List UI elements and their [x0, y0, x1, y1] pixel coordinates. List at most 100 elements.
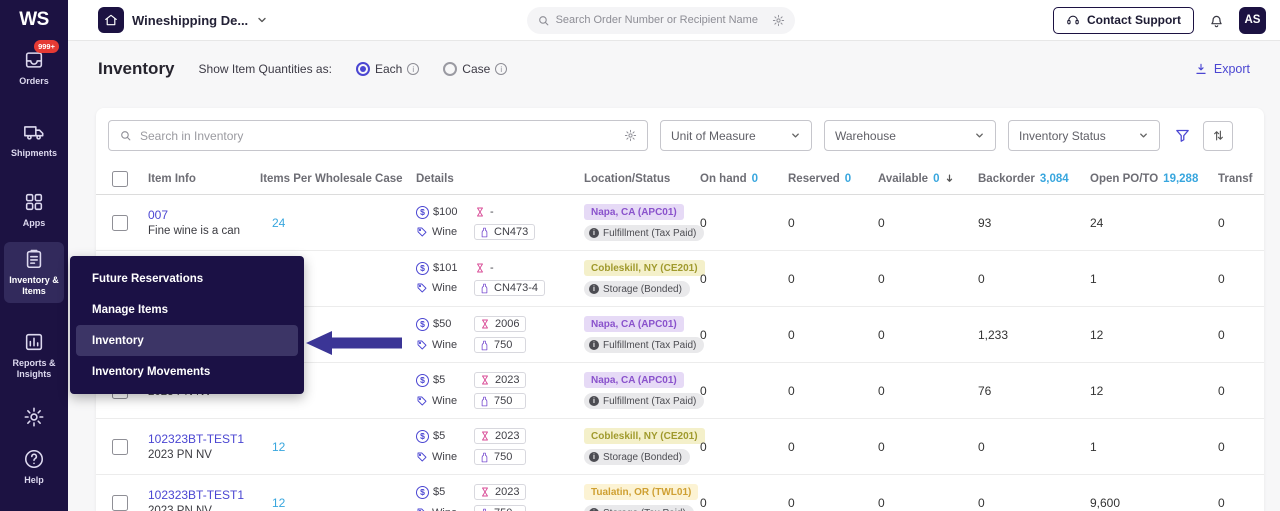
global-search[interactable]: [527, 7, 795, 34]
detail-vintage: -: [490, 206, 494, 218]
contact-support-button[interactable]: Contact Support: [1053, 7, 1194, 34]
col-details[interactable]: Details: [416, 173, 584, 185]
inventory-search[interactable]: [108, 120, 648, 151]
menu-item-future-reservations[interactable]: Future Reservations: [76, 263, 298, 294]
user-avatar[interactable]: AS: [1239, 7, 1266, 34]
status-chip: i Fulfillment (Tax Paid): [584, 393, 704, 409]
notifications-bell-icon[interactable]: [1208, 12, 1225, 29]
unit-chip: CN473-4: [474, 280, 545, 296]
select-all-checkbox[interactable]: [112, 171, 128, 187]
detail-price: $100: [433, 206, 457, 218]
dollar-icon: $: [416, 206, 429, 219]
sidebar-item-settings[interactable]: [4, 400, 64, 434]
dollar-icon: $: [416, 262, 429, 275]
location-chip: Tualatin, OR (TWL01): [584, 484, 698, 500]
sidebar-item-inventory-items[interactable]: Inventory & Items: [4, 242, 64, 303]
col-items-per-case[interactable]: Items Per Wholesale Case: [260, 173, 416, 185]
search-settings-gear-icon[interactable]: [624, 129, 637, 142]
menu-item-manage-items[interactable]: Manage Items: [76, 294, 298, 325]
filter-funnel-icon[interactable]: [1174, 127, 1191, 144]
unit-of-measure-select[interactable]: Unit of Measure: [660, 120, 812, 151]
detail-vintage: 2006: [495, 318, 519, 330]
sidebar-item-shipments[interactable]: Shipments: [4, 115, 64, 165]
col-available[interactable]: Available0: [878, 173, 978, 185]
help-icon: [23, 448, 45, 470]
item-name-link[interactable]: 102323BT-TEST1: [148, 488, 252, 502]
warehouse-select[interactable]: Warehouse: [824, 120, 996, 151]
price-detail: $ $100: [416, 206, 468, 219]
tag-icon: [416, 282, 428, 294]
sidebar-item-reports-insights[interactable]: Reports & Insights: [4, 325, 64, 386]
location-chip: Cobleskill, NY (CE201): [584, 428, 705, 444]
vintage-chip: 2023: [474, 372, 526, 388]
row-checkbox[interactable]: [112, 495, 128, 511]
cell-reserved: 0: [788, 440, 878, 454]
menu-item-inventory-movements[interactable]: Inventory Movements: [76, 356, 298, 387]
case-qty: 12: [260, 440, 416, 454]
case-qty: 24: [260, 216, 416, 230]
sidebar-item-label: Orders: [19, 76, 49, 87]
global-search-input[interactable]: [556, 14, 766, 26]
cell-on-hand: 0: [700, 384, 788, 398]
company-selector[interactable]: Wineshipping De...: [98, 7, 268, 33]
radio-case[interactable]: Case i: [443, 62, 507, 76]
table-row: 102323BT-TEST1 2023 PN NV 12 $ $5 2023 W…: [96, 475, 1264, 511]
inventory-status-label: Inventory Status: [1019, 129, 1106, 143]
search-settings-gear-icon[interactable]: [772, 14, 785, 27]
sort-descending-icon[interactable]: [944, 173, 955, 184]
inventory-status-select[interactable]: Inventory Status: [1008, 120, 1160, 151]
location-chip: Napa, CA (APC01): [584, 372, 684, 388]
bottle-icon: [479, 396, 490, 407]
radio-each[interactable]: Each i: [356, 62, 419, 76]
col-item-info[interactable]: Item Info: [148, 173, 260, 185]
tag-icon: [416, 226, 428, 238]
bottle-icon: [479, 227, 490, 238]
col-transfer[interactable]: Transf: [1218, 173, 1264, 185]
cell-transfer: 0: [1218, 272, 1264, 286]
status-chip-label: Fulfillment (Tax Paid): [603, 396, 696, 407]
col-on-hand[interactable]: On hand0: [700, 173, 788, 185]
price-detail: $ $101: [416, 262, 468, 275]
detail-price: $5: [433, 430, 445, 442]
category-detail: Wine: [416, 282, 468, 294]
sidebar-item-apps[interactable]: Apps: [4, 185, 64, 235]
sidebar-item-orders[interactable]: 999+ Orders: [4, 43, 64, 93]
col-backorder[interactable]: Backorder3,084: [978, 173, 1090, 185]
unit-chip: CN473: [474, 224, 535, 240]
detail-price: $50: [433, 318, 451, 330]
vintage-chip: -: [474, 205, 535, 219]
menu-item-inventory[interactable]: Inventory: [76, 325, 298, 356]
item-name-link[interactable]: 007: [148, 208, 252, 222]
col-location-status[interactable]: Location/Status: [584, 173, 700, 185]
detail-category: Wine: [432, 226, 457, 238]
dollar-icon: $: [416, 486, 429, 499]
cell-available: 0: [878, 440, 978, 454]
topbar: Wineshipping De... Contact Support AS: [68, 0, 1280, 41]
col-open-po-to[interactable]: Open PO/TO19,288: [1090, 173, 1218, 185]
info-icon: i: [407, 63, 419, 75]
radio-case-circle[interactable]: [443, 62, 457, 76]
unit-of-measure-label: Unit of Measure: [671, 129, 756, 143]
col-reserved[interactable]: Reserved0: [788, 173, 878, 185]
export-button[interactable]: Export: [1194, 62, 1250, 76]
cell-available: 0: [878, 384, 978, 398]
detail-price: $5: [433, 486, 445, 498]
page-title: Inventory: [98, 59, 175, 79]
row-checkbox[interactable]: [112, 215, 128, 231]
category-detail: Wine: [416, 339, 468, 351]
radio-each-circle[interactable]: [356, 62, 370, 76]
row-checkbox[interactable]: [112, 439, 128, 455]
cell-on-hand: 0: [700, 216, 788, 230]
cell-available: 0: [878, 328, 978, 342]
location-chip-label: Tualatin, OR (TWL01): [591, 487, 691, 498]
tag-icon: [416, 451, 428, 463]
cell-transfer: 0: [1218, 216, 1264, 230]
item-name-link[interactable]: 102323BT-TEST1: [148, 432, 252, 446]
info-icon: i: [589, 396, 599, 406]
sidebar-item-help[interactable]: Help: [4, 442, 64, 492]
truck-icon: [23, 121, 45, 143]
headset-icon: [1066, 13, 1080, 27]
inventory-search-input[interactable]: [140, 129, 616, 143]
detail-category: Wine: [432, 395, 457, 407]
sort-button[interactable]: [1203, 121, 1233, 151]
